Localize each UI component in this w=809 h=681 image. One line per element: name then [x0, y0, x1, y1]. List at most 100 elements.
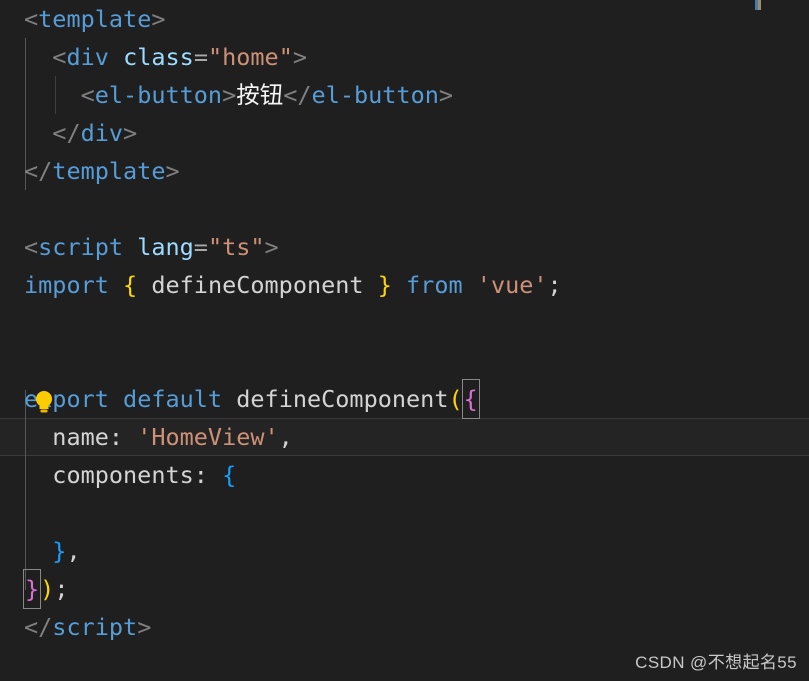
- code-token: </: [24, 613, 53, 641]
- code-token: el-button: [94, 81, 223, 109]
- code-token: from: [406, 271, 463, 299]
- code-token: lang: [137, 233, 194, 261]
- code-token: script: [52, 613, 138, 641]
- code-line-text: <el-button>按钮</el-button>: [0, 76, 453, 114]
- code-line[interactable]: [0, 304, 809, 342]
- code-line-text: <div class="home">: [0, 38, 307, 76]
- code-token: :: [193, 461, 223, 489]
- code-line[interactable]: import { defineComponent } from 'vue';: [0, 266, 809, 304]
- code-line[interactable]: name: 'HomeView',: [0, 418, 809, 456]
- code-line[interactable]: <template>: [0, 0, 809, 38]
- code-token: script: [38, 233, 124, 261]
- code-editor[interactable]: <template> <div class="home"> <el-button…: [0, 0, 809, 681]
- code-token: el-button: [311, 81, 439, 109]
- code-line[interactable]: components: {: [0, 456, 809, 494]
- code-line[interactable]: </div>: [0, 114, 809, 152]
- code-token: import: [24, 271, 109, 299]
- code-token: template: [38, 5, 152, 33]
- code-line-text: <template>: [0, 0, 166, 38]
- bracket-match: {: [461, 379, 480, 419]
- code-token: =: [193, 43, 208, 71]
- code-line[interactable]: [0, 494, 809, 532]
- code-line[interactable]: <el-button>按钮</el-button>: [0, 76, 809, 114]
- code-token: 'HomeView': [137, 423, 279, 451]
- code-token: "ts": [207, 233, 265, 261]
- code-token: default: [123, 385, 223, 413]
- code-token: 'vue': [476, 271, 548, 299]
- code-token: >: [292, 43, 308, 71]
- code-line[interactable]: [0, 342, 809, 380]
- code-line[interactable]: <div class="home">: [0, 38, 809, 76]
- code-line[interactable]: export default defineComponent({: [0, 379, 809, 419]
- code-line-text: <script lang="ts">: [0, 228, 279, 266]
- code-token: <: [24, 5, 39, 33]
- code-token: >: [264, 233, 279, 261]
- code-token: "home": [207, 43, 293, 71]
- code-token: <: [52, 43, 67, 71]
- code-token: {: [222, 461, 237, 489]
- code-line-text: import { defineComponent } from 'vue';: [0, 266, 562, 304]
- code-token: (: [448, 385, 463, 413]
- code-token: :: [108, 423, 138, 451]
- code-token: </: [52, 119, 81, 147]
- code-line[interactable]: </script>: [0, 608, 809, 646]
- code-token: 按钮: [236, 81, 284, 109]
- code-token: components: [52, 461, 194, 489]
- code-token: ;: [547, 271, 562, 299]
- code-line-text: </template>: [0, 152, 180, 190]
- code-line-text: </script>: [0, 608, 151, 646]
- code-token: <: [24, 233, 39, 261]
- bracket-match: }: [22, 569, 42, 609]
- code-token: }: [52, 537, 67, 565]
- csdn-watermark: CSDN @不想起名55: [635, 653, 797, 672]
- code-token: ,: [66, 537, 81, 565]
- code-line[interactable]: </template>: [0, 152, 809, 190]
- code-token: >: [438, 81, 454, 109]
- code-token: defineComponent: [137, 271, 378, 299]
- code-line[interactable]: <script lang="ts">: [0, 228, 809, 266]
- code-line[interactable]: },: [0, 532, 809, 570]
- code-line[interactable]: });: [0, 569, 809, 609]
- code-line[interactable]: [0, 190, 809, 228]
- code-token: class: [123, 43, 194, 71]
- code-token: name: [52, 423, 109, 451]
- code-token: </: [283, 81, 312, 109]
- code-token: }: [377, 271, 392, 299]
- code-token: >: [222, 81, 237, 109]
- code-token: div: [80, 119, 124, 147]
- code-token: >: [151, 5, 166, 33]
- code-token: ): [40, 575, 55, 603]
- code-token: >: [165, 157, 180, 185]
- code-token: ,: [278, 423, 293, 451]
- code-token: =: [193, 233, 208, 261]
- code-token: >: [123, 119, 138, 147]
- code-token: div: [66, 43, 109, 71]
- code-line-text: });: [0, 569, 69, 609]
- code-token: </: [24, 157, 53, 185]
- code-line-text: },: [0, 532, 81, 570]
- code-token: ;: [54, 575, 69, 603]
- code-token: defineComponent: [236, 385, 449, 413]
- code-line-text: export default defineComponent({: [0, 379, 480, 419]
- code-content[interactable]: <template> <div class="home"> <el-button…: [0, 0, 809, 646]
- lightbulb-icon[interactable]: [33, 389, 55, 415]
- code-line-text: components: {: [0, 456, 236, 494]
- code-token: <: [80, 81, 95, 109]
- code-line-text: </div>: [0, 114, 137, 152]
- code-token: template: [52, 157, 166, 185]
- code-token: {: [123, 271, 138, 299]
- code-line-text: name: 'HomeView',: [0, 418, 293, 456]
